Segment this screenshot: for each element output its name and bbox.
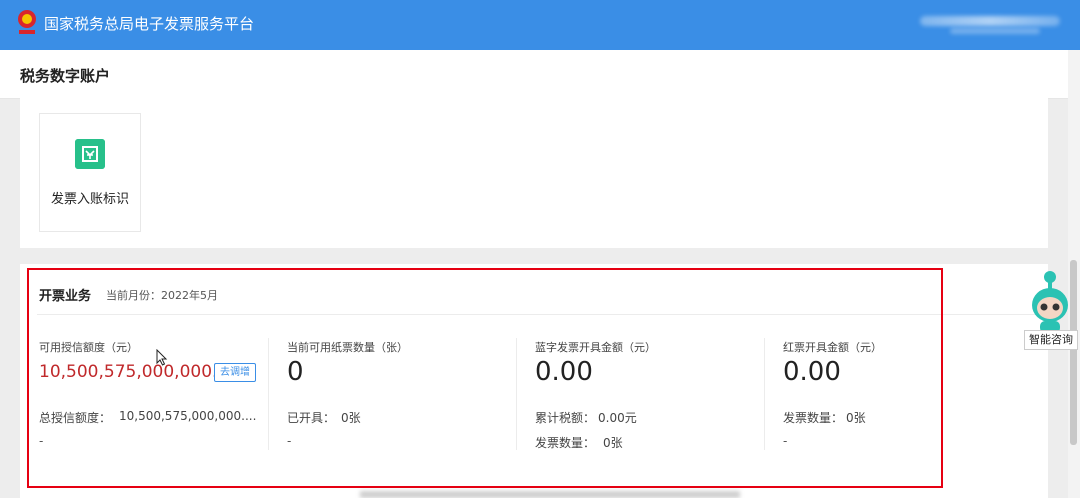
app-title: 国家税务总局电子发票服务平台 — [44, 15, 255, 33]
highlight-frame — [27, 268, 943, 488]
invoice-entry-icon — [75, 139, 105, 169]
blurred-text-strip — [360, 491, 740, 498]
user-info-blurred-secondary — [950, 28, 1040, 34]
mouse-cursor-icon — [156, 349, 168, 366]
page-title-bar: 税务数字账户 — [0, 50, 1068, 99]
smart-consult-label[interactable]: 智能咨询 — [1024, 330, 1078, 350]
invoice-entry-tile[interactable]: 发票入账标识 — [39, 113, 141, 232]
top-header-bar: 国家税务总局电子发票服务平台 — [0, 0, 1080, 50]
tax-emblem-icon — [18, 10, 36, 34]
tile-label: 发票入账标识 — [50, 192, 129, 207]
page-title: 税务数字账户 — [20, 67, 111, 85]
user-info-blurred[interactable] — [920, 16, 1060, 26]
quick-functions-card: 发票入账标识 — [20, 98, 1048, 248]
